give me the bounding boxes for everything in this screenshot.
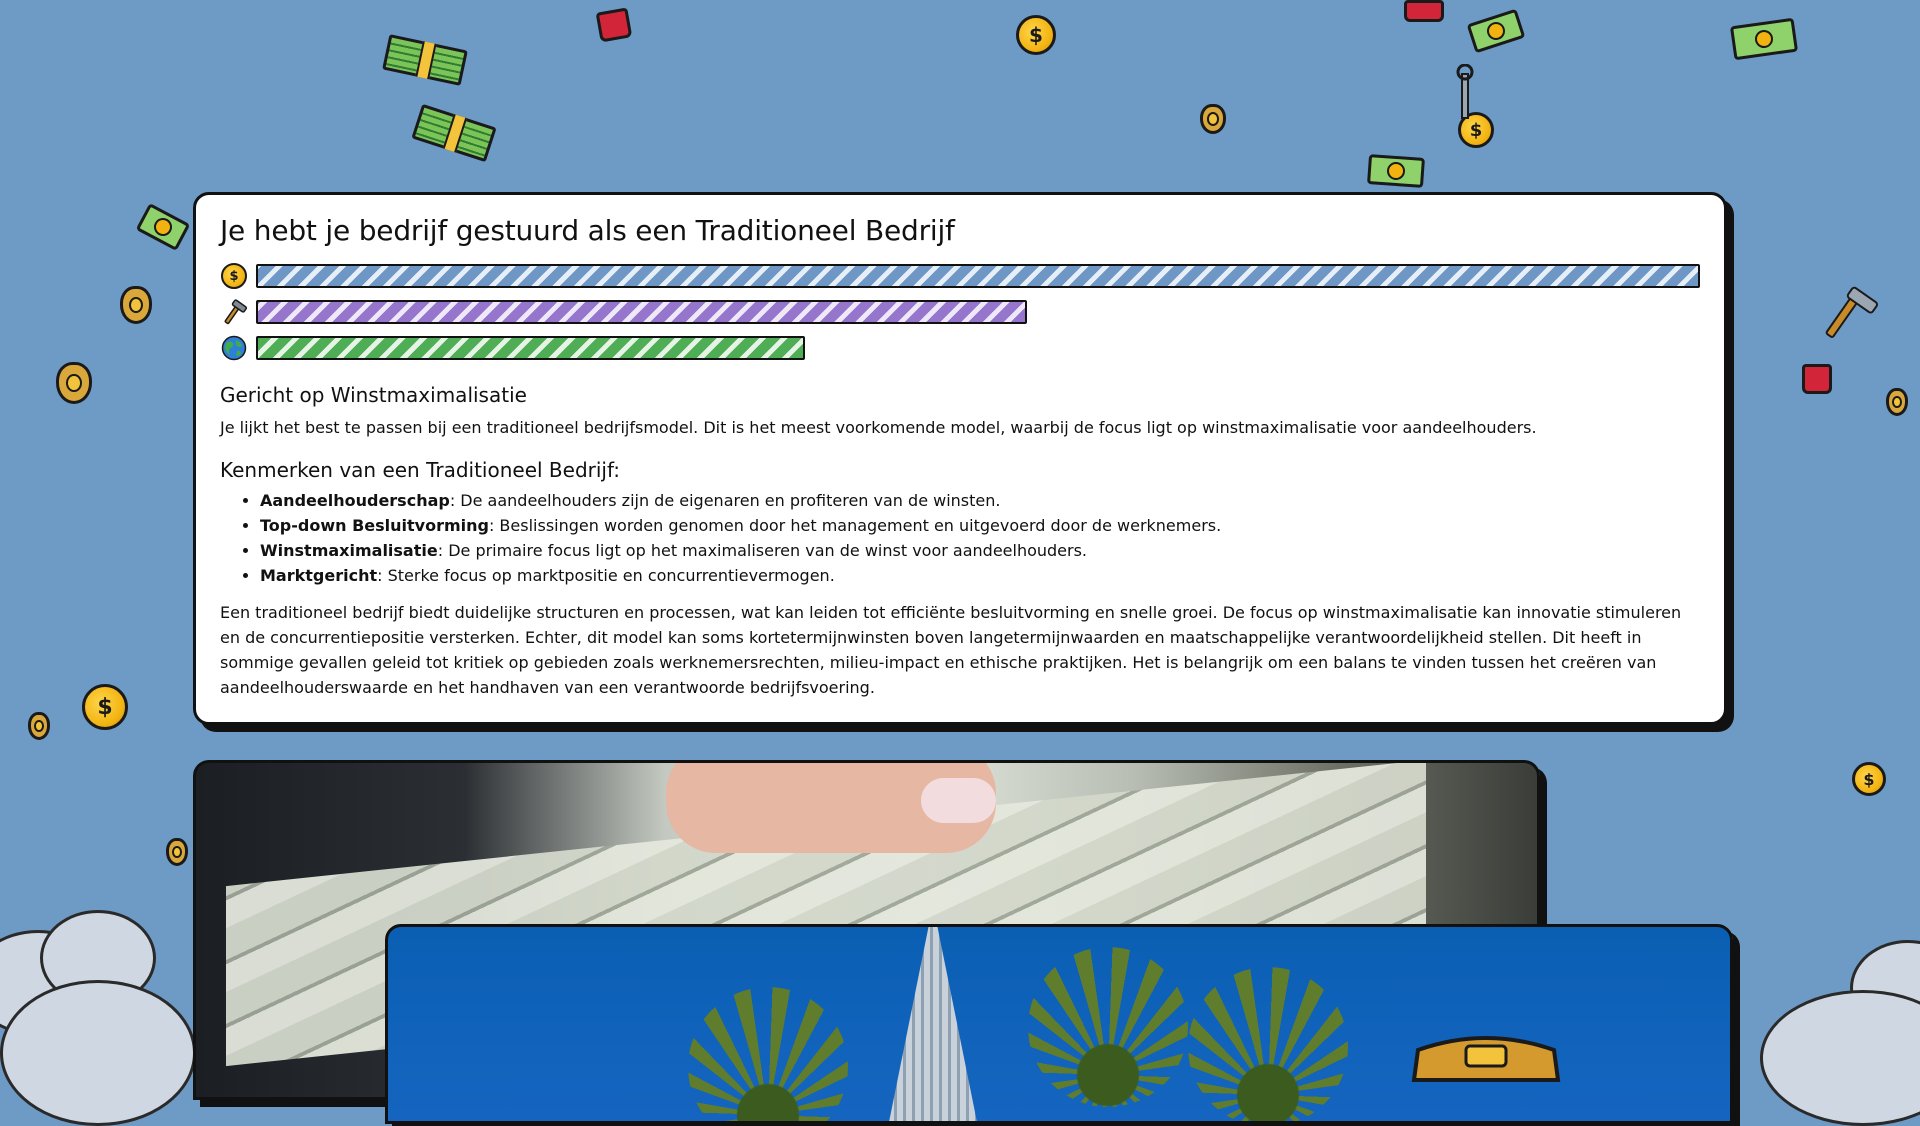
score-bar-track bbox=[256, 300, 1700, 324]
money-bag-icon bbox=[1200, 104, 1226, 134]
money-bag-icon bbox=[28, 712, 50, 740]
coin-icon: $ bbox=[1016, 15, 1056, 55]
score-bar-profit bbox=[256, 264, 1700, 288]
trait-text: : Beslissingen worden genomen door het m… bbox=[488, 516, 1222, 535]
score-bar-track bbox=[256, 336, 1700, 360]
banknote-icon bbox=[1367, 154, 1425, 188]
score-bars: $ bbox=[220, 261, 1700, 363]
coin-icon: $ bbox=[1458, 112, 1494, 148]
trait-term: Marktgericht bbox=[260, 566, 378, 585]
coin-icon: $ bbox=[1852, 762, 1886, 796]
trait-term: Winstmaximalisatie bbox=[260, 541, 438, 560]
trait-term: Top-down Besluitvorming bbox=[260, 516, 489, 535]
coin-icon: $ bbox=[82, 684, 128, 730]
coin-icon: $ bbox=[220, 262, 248, 290]
banknote-icon bbox=[135, 202, 191, 252]
globe-icon bbox=[220, 334, 248, 362]
palm-tree-image bbox=[688, 987, 848, 1121]
traits-heading: Kenmerken van een Traditioneel Bedrijf: bbox=[220, 458, 621, 482]
city-photo bbox=[385, 924, 1733, 1124]
money-stack-icon bbox=[382, 34, 468, 86]
result-title: Je hebt je bedrijf gestuurd als een Trad… bbox=[220, 214, 955, 247]
result-intro: Je lijkt het best te passen bij een trad… bbox=[220, 418, 1537, 437]
palm-tree-image bbox=[1188, 967, 1348, 1121]
banknote-icon bbox=[1466, 8, 1526, 54]
result-conclusion: Een traditioneel bedrijf biedt duidelijk… bbox=[220, 603, 1682, 697]
mug-icon bbox=[1404, 0, 1444, 22]
list-item: Marktgericht: Sterke focus op marktposit… bbox=[260, 563, 1700, 588]
palm-tree-image bbox=[1028, 947, 1188, 1107]
cloud-icon bbox=[0, 980, 196, 1126]
result-heading: Gericht op Winstmaximalisatie bbox=[220, 383, 527, 407]
trait-text: : De primaire focus ligt op het maximali… bbox=[437, 541, 1088, 560]
skyscraper-image bbox=[888, 927, 978, 1121]
score-bar-power bbox=[256, 300, 1028, 324]
money-bag-icon bbox=[56, 362, 92, 404]
score-bar-track bbox=[256, 264, 1700, 288]
score-bar-row: $ bbox=[220, 261, 1700, 291]
fingernail-image bbox=[921, 778, 996, 823]
score-bar-row bbox=[220, 333, 1700, 363]
mug-icon bbox=[1802, 364, 1832, 394]
trait-text: : Sterke focus op marktpositie en concur… bbox=[377, 566, 835, 585]
score-bar-row bbox=[220, 297, 1700, 327]
traits-list: Aandeelhouderschap: De aandeelhouders zi… bbox=[220, 488, 1700, 588]
list-item: Winstmaximalisatie: De primaire focus li… bbox=[260, 538, 1700, 563]
mug-icon bbox=[595, 7, 633, 43]
trait-term: Aandeelhouderschap bbox=[260, 491, 450, 510]
score-bar-planet bbox=[256, 336, 805, 360]
hammer-icon bbox=[220, 298, 248, 326]
list-item: Top-down Besluitvorming: Beslissingen wo… bbox=[260, 513, 1700, 538]
hammer-icon bbox=[1825, 286, 1878, 338]
cloud-icon bbox=[1760, 990, 1920, 1126]
money-bag-icon bbox=[1886, 388, 1908, 416]
list-item: Aandeelhouderschap: De aandeelhouders zi… bbox=[260, 488, 1700, 513]
banknote-icon bbox=[1729, 17, 1799, 61]
wrench-icon bbox=[1456, 64, 1474, 119]
money-bag-icon bbox=[166, 838, 188, 866]
result-card: Je hebt je bedrijf gestuurd als een Trad… bbox=[193, 192, 1727, 725]
money-stack-icon bbox=[411, 103, 497, 163]
trait-text: : De aandeelhouders zijn de eigenaren en… bbox=[449, 491, 1001, 510]
money-bag-icon bbox=[120, 286, 152, 324]
